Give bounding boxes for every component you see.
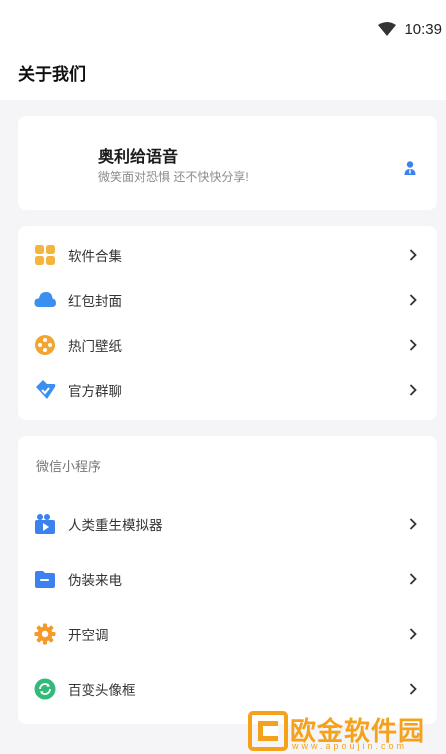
chevron-right-icon (409, 249, 417, 261)
grid-icon (35, 245, 55, 265)
chevron-right-icon (409, 683, 417, 695)
mini-item-label: 开空调 (68, 628, 109, 643)
menu-item-red-packet-cover[interactable]: 红包封面 (18, 278, 437, 322)
chevron-right-icon (409, 384, 417, 396)
chevron-right-icon (409, 294, 417, 306)
person-icon[interactable] (403, 160, 417, 176)
menu-item-label: 软件合集 (68, 249, 122, 264)
wifi-icon (378, 22, 397, 36)
watermark: 欧金软件园 www.apoujin.com (246, 708, 446, 754)
video-camera-icon (35, 514, 55, 534)
page-title: 关于我们 (18, 65, 86, 84)
menu-item-label: 官方群聊 (68, 384, 122, 399)
chat-heart-icon (36, 380, 56, 399)
mini-item-air-conditioner[interactable]: 开空调 (18, 612, 437, 656)
folder-icon (35, 571, 55, 588)
watermark-logo-icon (248, 711, 288, 751)
header: 10:39 关于我们 (0, 0, 446, 100)
mini-item-label: 人类重生模拟器 (68, 518, 163, 533)
chevron-right-icon (409, 573, 417, 585)
mini-item-avatar-frame[interactable]: 百变头像框 (18, 667, 437, 711)
menu-item-software-collection[interactable]: 软件合集 (18, 233, 437, 277)
status-bar: 10:39 (378, 19, 442, 39)
section-title: 微信小程序 (36, 459, 102, 474)
film-reel-icon (35, 335, 55, 355)
chevron-right-icon (409, 628, 417, 640)
watermark-url: www.apoujin.com (292, 741, 408, 751)
chevron-right-icon (409, 339, 417, 351)
app-name: 奥利给语音 (98, 149, 179, 166)
gear-icon (34, 623, 56, 645)
menu-item-label: 热门壁纸 (68, 339, 122, 354)
refresh-icon (34, 678, 56, 700)
menu-card: 软件合集 红包封面 热门壁纸 官方群聊 (18, 226, 437, 420)
menu-item-hot-wallpapers[interactable]: 热门壁纸 (18, 323, 437, 367)
menu-item-official-group-chat[interactable]: 官方群聊 (18, 368, 437, 412)
chevron-right-icon (409, 518, 417, 530)
status-time: 10:39 (404, 20, 442, 38)
cloud-icon (34, 292, 56, 307)
menu-item-label: 红包封面 (68, 294, 122, 309)
mini-item-human-rebirth-simulator[interactable]: 人类重生模拟器 (18, 502, 437, 546)
profile-card: 奥利给语音 微笑面对恐惧 还不快快分享! (18, 116, 437, 210)
mini-item-label: 伪装来电 (68, 573, 122, 588)
mini-item-fake-call[interactable]: 伪装来电 (18, 557, 437, 601)
mini-program-card: 微信小程序 人类重生模拟器 伪装来电 开空调 百变头像框 (18, 436, 437, 724)
mini-item-label: 百变头像框 (68, 683, 136, 698)
app-slogan: 微笑面对恐惧 还不快快分享! (98, 170, 249, 184)
